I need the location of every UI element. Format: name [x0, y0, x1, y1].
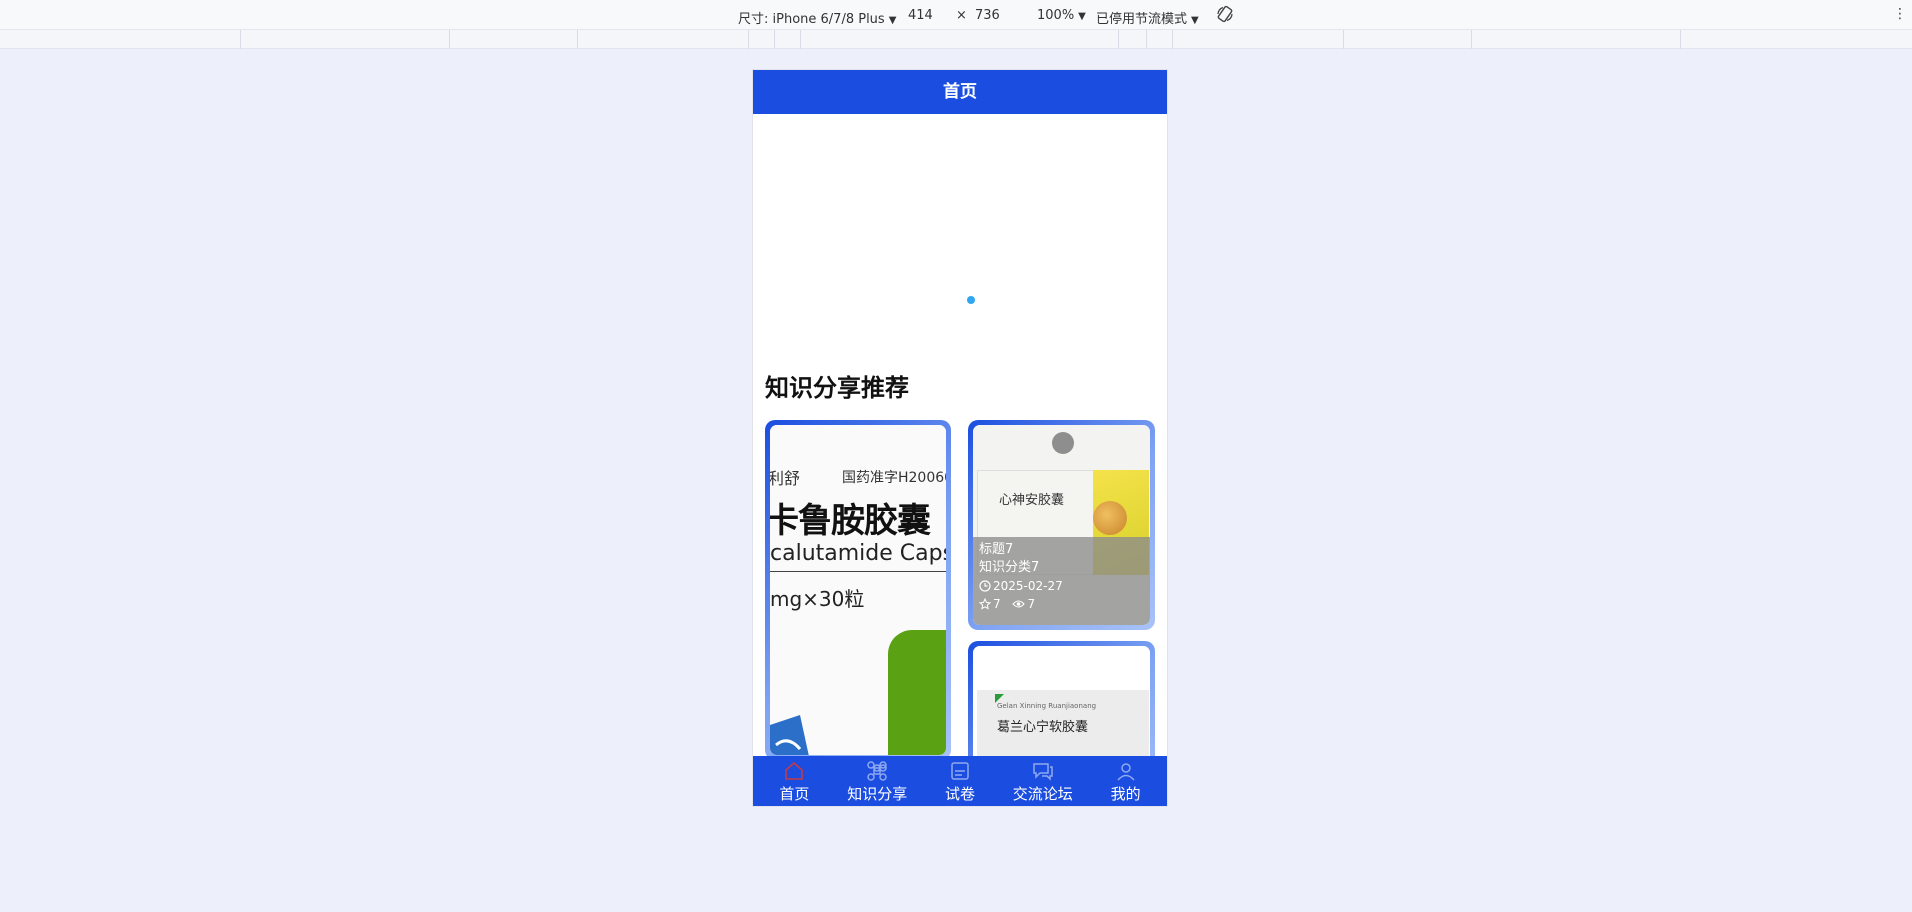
rotate-icon[interactable] — [1216, 5, 1234, 23]
home-icon — [785, 761, 804, 780]
ruler-tick — [1471, 30, 1472, 49]
tab-forum[interactable]: 交流论坛 — [1001, 756, 1084, 806]
chevron-down-icon: ▼ — [1191, 15, 1199, 26]
card-info-overlay: 标题7 知识分类7 2025-02-27 7 7 — [973, 537, 1150, 625]
user-icon — [1117, 763, 1135, 781]
bottom-tab-bar: 首页 知识分享 试卷 交流论坛 我的 — [753, 756, 1167, 806]
tab-knowledge[interactable]: 知识分享 — [836, 756, 919, 806]
ruler-tick — [800, 30, 801, 49]
ruler-tick — [1172, 30, 1173, 49]
box-graphic — [888, 630, 946, 755]
card-category: 知识分类7 — [979, 560, 1040, 575]
card-image: 利舒 国药准字H20060 比卡鲁胺胶囊 calutamide Capsul m… — [770, 425, 946, 755]
box-drug-name: 心神安胶囊 — [999, 493, 1065, 508]
chevron-down-icon: ▼ — [888, 15, 897, 26]
viewport-width-input[interactable]: 414 — [908, 8, 933, 23]
throttle-select[interactable]: 已停用节流模式 ▼ — [1096, 8, 1199, 27]
card-date: 2025-02-27 — [993, 579, 1063, 593]
ruler-tick — [1343, 30, 1344, 49]
viewport-height-input[interactable]: 736 — [975, 8, 1000, 23]
phone-viewport: 首页 知识分享推荐 利舒 国药准字H20060 比卡鲁胺胶囊 calutamid… — [753, 70, 1167, 806]
ruler-tick — [577, 30, 578, 49]
card-title: 标题7 — [979, 542, 1014, 557]
zoom-select[interactable]: 100% ▼ — [1037, 8, 1086, 23]
like-stat[interactable]: 7 — [979, 597, 1004, 611]
tab-label: 我的 — [1110, 785, 1141, 803]
knowledge-card[interactable]: 心神安胶囊 标题7 知识分类7 2025-02-27 7 7 — [968, 420, 1155, 630]
tab-label: 首页 — [779, 785, 810, 803]
chat-icon — [1033, 763, 1053, 781]
card-image: 心神安胶囊 标题7 知识分类7 2025-02-27 7 7 — [973, 425, 1150, 625]
tab-home[interactable]: 首页 — [753, 756, 836, 806]
chevron-down-icon: ▼ — [1078, 11, 1086, 22]
eye-icon — [1012, 600, 1026, 608]
carousel-indicator-dot[interactable] — [967, 296, 975, 304]
card-date-row: 2025-02-27 — [979, 577, 1144, 595]
page-header: 首页 — [753, 70, 1167, 114]
box-brand: 利舒 — [770, 469, 801, 488]
medicine-box-image: 利舒 国药准字H20060 比卡鲁胺胶囊 calutamide Capsul m… — [770, 425, 946, 755]
view-count: 7 — [1027, 597, 1036, 611]
tab-profile[interactable]: 我的 — [1084, 756, 1167, 806]
like-count: 7 — [993, 597, 1001, 611]
ruler-tick — [449, 30, 450, 49]
ruler-tick — [240, 30, 241, 49]
pill-image — [1093, 501, 1127, 535]
tab-label: 试卷 — [944, 785, 975, 803]
tab-label: 知识分享 — [847, 785, 908, 803]
section-title: 知识分享推荐 — [765, 374, 909, 402]
ruler-tick — [774, 30, 775, 49]
ruler-tick — [1680, 30, 1681, 49]
certification-badge-icon — [770, 715, 809, 755]
command-icon — [867, 761, 887, 781]
device-select[interactable]: 尺寸: iPhone 6/7/8 Plus ▼ — [738, 8, 896, 27]
card-stats-row: 7 7 — [979, 595, 1144, 613]
box-drug-name: 葛兰心宁软胶囊 — [997, 720, 1089, 735]
box-drug-name-pinyin: Gelan Xinning Ruanjiaonang — [997, 702, 1097, 710]
box-spec: mg×30粒 — [770, 587, 865, 611]
tab-label: 交流论坛 — [1012, 785, 1073, 803]
media-query-ruler — [0, 30, 1912, 49]
zoom-label: 100% — [1037, 8, 1075, 23]
box-drug-name-en: calutamide Capsul — [770, 541, 946, 566]
device-label: 尺寸: iPhone 6/7/8 Plus — [738, 12, 885, 27]
document-icon — [951, 762, 969, 780]
medicine-box-image: 心神安胶囊 标题7 知识分类7 2025-02-27 7 7 — [973, 425, 1150, 625]
view-stat: 7 — [1012, 597, 1035, 611]
card-pin-icon — [1052, 432, 1074, 454]
box-approval-number: 国药准字H20060 — [842, 470, 946, 486]
page-title: 首页 — [943, 82, 977, 102]
throttle-label: 已停用节流模式 — [1096, 12, 1188, 27]
box-divider — [770, 571, 946, 572]
clock-icon — [979, 580, 991, 592]
ruler-tick — [1118, 30, 1119, 49]
tab-exam[interactable]: 试卷 — [919, 756, 1002, 806]
box-drug-name: 比卡鲁胺胶囊 — [770, 501, 931, 541]
ruler-tick — [1146, 30, 1147, 49]
more-options-icon[interactable]: ⋮ — [1893, 6, 1907, 22]
device-toolbar: 尺寸: iPhone 6/7/8 Plus ▼ 414 × 736 100% ▼ 已… — [0, 0, 1912, 30]
knowledge-card[interactable]: 利舒 国药准字H20060 比卡鲁胺胶囊 calutamide Capsul m… — [765, 420, 951, 760]
star-icon — [979, 598, 991, 610]
dimension-separator: × — [956, 8, 967, 23]
banner-carousel[interactable] — [753, 114, 1167, 370]
ruler-tick — [748, 30, 749, 49]
